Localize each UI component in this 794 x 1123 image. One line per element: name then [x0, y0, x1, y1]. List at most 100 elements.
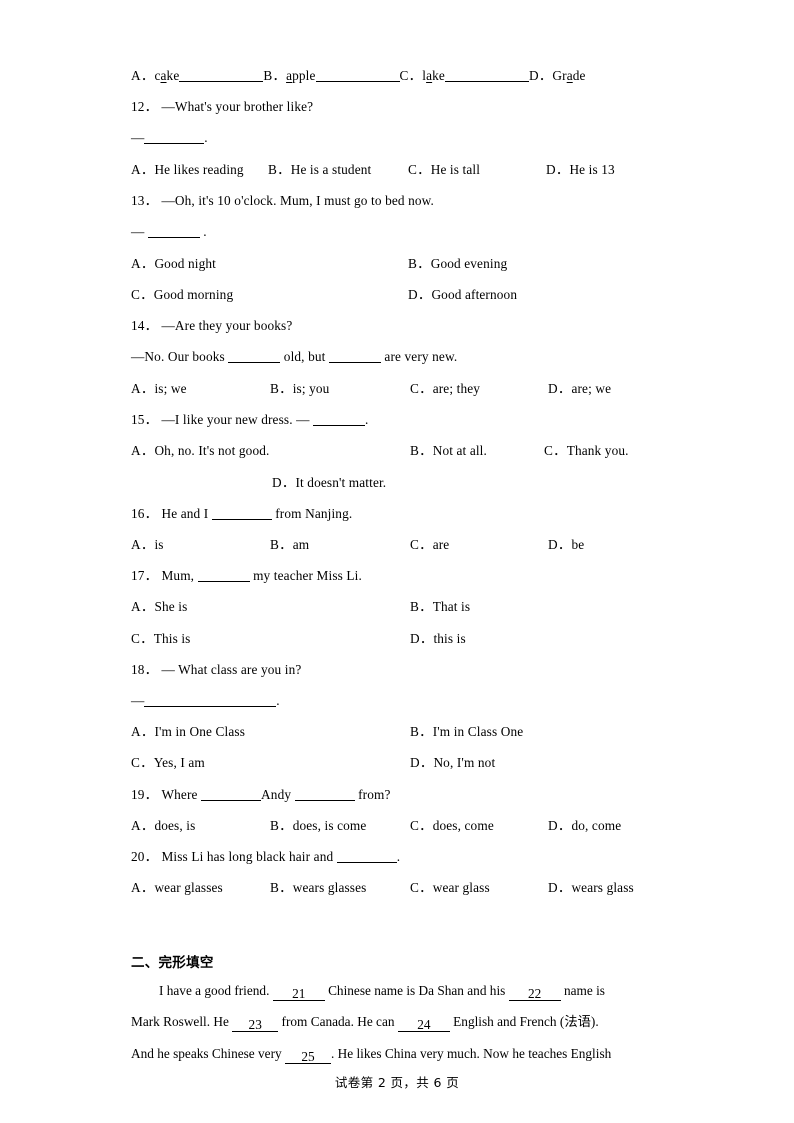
cloze-blank-21: 21: [272, 987, 325, 1002]
option-letter: A．: [131, 443, 155, 458]
option-letter: C．: [410, 818, 433, 833]
question-20-option-c: C．wear glass: [410, 880, 490, 896]
cloze-blank-23: 23: [232, 1018, 279, 1033]
option-a-post: ke: [166, 68, 180, 83]
question-12-number: 12．: [131, 99, 158, 114]
option-letter: B．: [270, 818, 293, 833]
option-letter: D．: [410, 631, 434, 646]
question-20-number: 20．: [131, 849, 158, 864]
cloze-passage-line-3: And he speaks Chinese very 25. He likes …: [131, 1046, 611, 1065]
option-letter: A．: [131, 537, 155, 552]
question-15-blank: [313, 413, 366, 427]
option-d-post: de: [572, 68, 586, 83]
option-text: wear glass: [432, 880, 490, 895]
option-letter: C．: [410, 381, 433, 396]
question-19-option-c: C．does, come: [410, 818, 494, 834]
question-19-stem-part-2: Andy: [261, 787, 292, 802]
option-text: does, is come: [292, 818, 367, 833]
question-17-number: 17．: [131, 568, 158, 583]
question-15-period: .: [365, 412, 369, 427]
question-13-option-a: A．Good night: [131, 256, 216, 272]
cloze-line1-part-2: Chinese name is Da Shan and his: [328, 983, 506, 998]
question-19-blank-2: [294, 788, 355, 802]
option-letter: D．: [546, 162, 570, 177]
cloze-passage-line-1: I have a good friend. 21 Chinese name is…: [131, 983, 605, 1002]
section-heading-cloze: 二、完形填空: [131, 955, 214, 971]
option-letter: A．: [131, 162, 155, 177]
option-text: It doesn't matter.: [295, 475, 387, 490]
question-12-blank: [144, 131, 205, 145]
question-12-stem: 12． —What's your brother like?: [131, 99, 313, 115]
option-text: this is: [433, 631, 466, 646]
option-letter: C．: [131, 287, 154, 302]
question-18-stem-text: — What class are you in?: [161, 662, 302, 677]
option-letter: A．: [131, 724, 155, 739]
option-text: He likes reading: [154, 162, 244, 177]
question-14-option-b: B．is; you: [270, 381, 329, 397]
option-letter: C．: [131, 631, 154, 646]
cloze-line3-part-1: And he speaks Chinese very: [131, 1046, 282, 1061]
question-16-option-b: B．am: [270, 537, 309, 553]
question-16-option-c: C．are: [410, 537, 449, 553]
question-19-blank-1: [201, 788, 262, 802]
question-20-blank: [336, 850, 397, 864]
option-text: Good morning: [153, 287, 234, 302]
question-13-number: 13．: [131, 193, 158, 208]
question-18-option-a: A．I'm in One Class: [131, 724, 245, 740]
page-footer: 试卷第 2 页，共 6 页: [334, 1075, 460, 1090]
question-17-stem-part-1: Mum,: [161, 568, 195, 583]
option-text: Not at all.: [432, 443, 487, 458]
question-18-period: .: [276, 693, 280, 708]
question-13-option-b: B．Good evening: [408, 256, 507, 272]
option-letter: C．: [131, 755, 154, 770]
option-text: does, come: [432, 818, 494, 833]
answer-rule-c: [444, 69, 529, 82]
question-17-blank: [197, 569, 250, 583]
question-18-option-b: B．I'm in Class One: [410, 724, 523, 740]
cloze-line1-part-3: name is: [563, 983, 605, 998]
option-letter-b: B．: [263, 68, 287, 83]
question-19-stem: 19． Where Andy from?: [131, 787, 391, 803]
cloze-blank-24: 24: [397, 1018, 450, 1033]
question-20-stem: 20． Miss Li has long black hair and .: [131, 849, 400, 865]
question-18-option-c: C．Yes, I am: [131, 755, 205, 771]
cloze-line1-part-1: I have a good friend.: [159, 983, 270, 998]
option-letter: A．: [131, 599, 155, 614]
question-11-options-row: A．cake B．apple C．lake D．Grade: [131, 68, 586, 84]
cloze-blank-22: 22: [508, 987, 561, 1002]
option-letter: A．: [131, 880, 155, 895]
question-20-stem-part-1: Miss Li has long black hair and: [161, 849, 334, 864]
option-a-text: cake: [154, 68, 179, 83]
answer-rule-b: [315, 69, 400, 82]
question-18-stem: 18． — What class are you in?: [131, 662, 301, 678]
question-20-option-b: B．wears glasses: [270, 880, 366, 896]
question-13-option-d: D．Good afternoon: [408, 287, 517, 303]
option-text: is: [154, 537, 164, 552]
option-text: Good afternoon: [431, 287, 518, 302]
question-14-blank-2: [328, 350, 381, 364]
question-12-answer-line: —.: [131, 130, 208, 146]
option-text: She is: [154, 599, 188, 614]
option-d-text: Grade: [552, 68, 585, 83]
option-text: wear glasses: [154, 880, 223, 895]
option-letter-a: A．: [131, 68, 155, 83]
option-c-text: lake: [422, 68, 445, 83]
question-13-option-c: C．Good morning: [131, 287, 233, 303]
option-d-pre: Gr: [552, 68, 567, 83]
question-18-blank: [144, 694, 277, 708]
question-16-stem-part-1: He and I: [161, 506, 209, 521]
option-letter: C．: [410, 537, 433, 552]
cloze-line2-part-1: Mark Roswell. He: [131, 1014, 229, 1029]
option-letter: A．: [131, 381, 155, 396]
option-letter: D．: [410, 755, 434, 770]
option-text: He is 13: [569, 162, 615, 177]
option-letter: C．: [408, 162, 431, 177]
question-14-stem-text: —Are they your books?: [161, 318, 293, 333]
question-19-option-b: B．does, is come: [270, 818, 366, 834]
option-text: is; you: [292, 381, 330, 396]
option-letter: D．: [548, 818, 572, 833]
question-15-stem-text: —I like your new dress. —: [161, 412, 310, 427]
question-13-stem: 13． —Oh, it's 10 o'clock. Mum, I must go…: [131, 193, 434, 209]
option-letter: D．: [548, 537, 572, 552]
option-text: am: [292, 537, 310, 552]
